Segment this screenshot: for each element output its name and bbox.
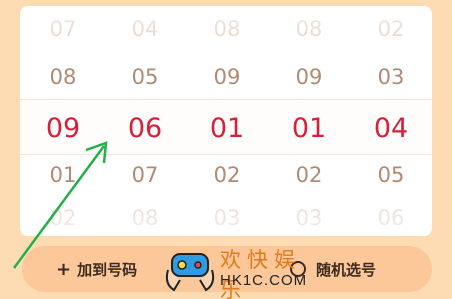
add-to-numbers-label: 加到号码 — [77, 260, 138, 279]
picker-cell: 09 — [295, 65, 323, 89]
picker-selected-cell: 01 — [291, 113, 327, 144]
add-to-numbers-button[interactable]: + 加到号码 — [56, 246, 137, 292]
plus-icon: + — [56, 258, 72, 280]
picker-cell: 02 — [213, 163, 241, 187]
picker-selected-cell: 04 — [373, 113, 409, 144]
watermark-en-text: HK1C.COM — [220, 272, 308, 289]
picker-cell: 08 — [49, 65, 77, 89]
picker-cell: 01 — [49, 163, 77, 187]
picker-cell: 02 — [295, 163, 323, 187]
picker-cell: 09 — [213, 65, 241, 89]
watermark-logo — [165, 253, 215, 292]
number-picker-card: 07 08 09 01 02 04 05 06 07 08 08 09 01 0… — [20, 6, 432, 236]
picker-selected-cell: 09 — [45, 113, 81, 144]
picker-fade-bottom — [20, 196, 432, 236]
picker-cell: 05 — [377, 163, 405, 187]
picker-selected-cell: 01 — [209, 113, 245, 144]
watermark: 欢快娱乐 HK1C.COM — [162, 240, 322, 299]
picker-cell: 03 — [377, 65, 405, 89]
picker-selected-cell: 06 — [127, 113, 163, 144]
random-pick-label: 随机选号 — [316, 260, 377, 279]
picker-cell: 07 — [131, 163, 159, 187]
picker-cell: 05 — [131, 65, 159, 89]
picker-fade-top — [20, 6, 432, 46]
